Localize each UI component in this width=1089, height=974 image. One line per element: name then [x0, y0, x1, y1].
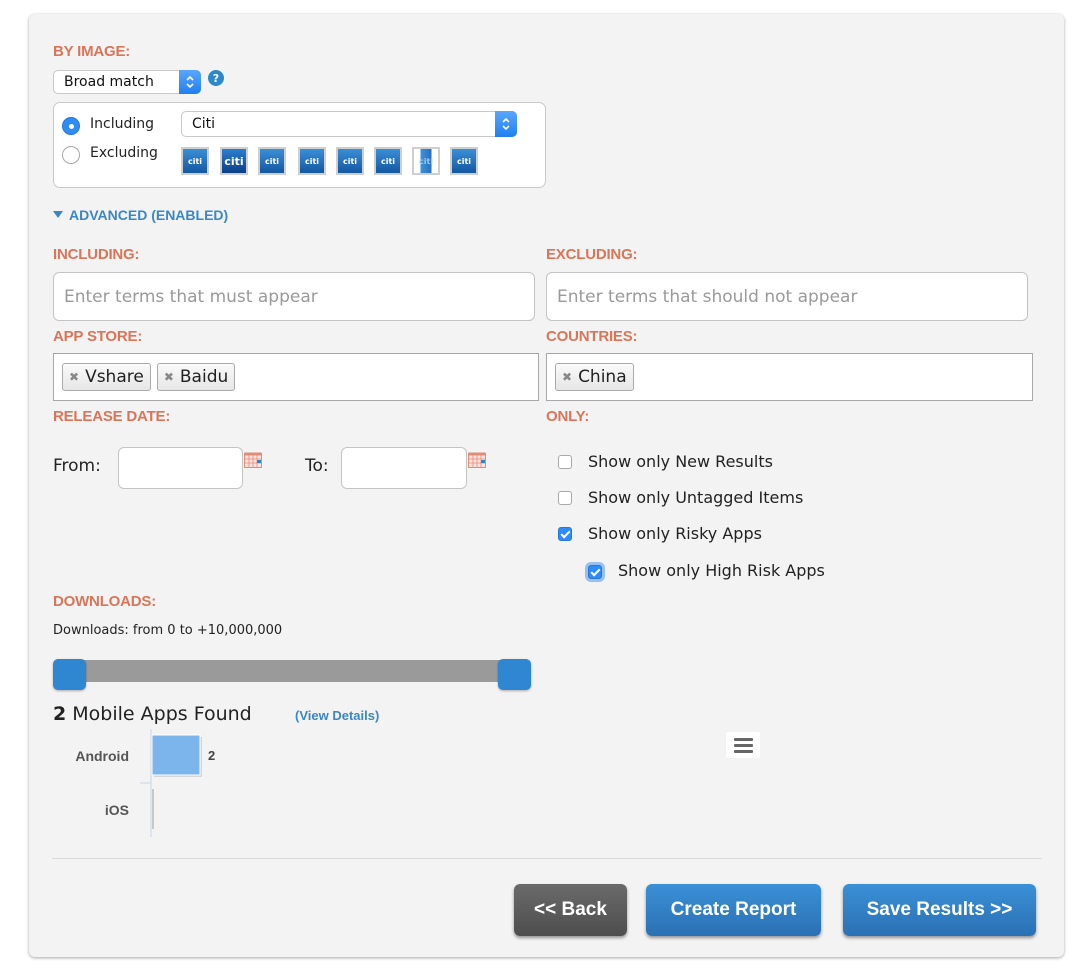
only-label: ONLY:: [546, 408, 590, 425]
from-date-input[interactable]: [118, 447, 243, 489]
brand-image-thumbnail[interactable]: citi: [258, 147, 286, 175]
risky-apps-checkbox[interactable]: [558, 527, 572, 541]
country-tag-label: China: [578, 367, 627, 387]
remove-tag-icon[interactable]: ✖: [562, 370, 572, 384]
brand-select-value: Citi: [192, 116, 216, 132]
chart-data-label: 2: [208, 748, 215, 763]
country-tag: ✖ China: [555, 363, 634, 391]
including-radio-label: Including: [90, 116, 154, 132]
brand-image-thumbnail[interactable]: citi: [181, 147, 209, 175]
remove-tag-icon[interactable]: ✖: [69, 370, 79, 384]
chart-category-label: Android: [75, 748, 129, 764]
match-type-value: Broad match: [64, 74, 154, 90]
new-results-checkbox[interactable]: [558, 455, 572, 469]
high-risk-apps-checkbox[interactable]: [588, 565, 602, 579]
countries-label: COUNTRIES:: [546, 328, 638, 345]
advanced-toggle[interactable]: ADVANCED (ENABLED): [53, 207, 228, 223]
excluding-label: EXCLUDING:: [546, 246, 638, 263]
brand-image-thumbnail[interactable]: citi: [374, 147, 402, 175]
excluding-radio-label: Excluding: [90, 145, 158, 161]
to-date-input[interactable]: [341, 447, 467, 489]
advanced-toggle-label: ADVANCED (ENABLED): [69, 207, 229, 223]
brand-image-thumbnail[interactable]: citi: [412, 147, 440, 175]
remove-tag-icon[interactable]: ✖: [164, 370, 174, 384]
app-store-label: APP STORE:: [53, 328, 143, 345]
hamburger-menu-icon-line: [733, 743, 753, 747]
create-report-button[interactable]: Create Report: [646, 884, 821, 936]
hamburger-menu-icon-line: [733, 749, 753, 753]
to-date-label: To:: [305, 456, 329, 476]
countries-tag-input[interactable]: ✖ China: [546, 353, 1033, 401]
brand-select[interactable]: Citi: [181, 111, 517, 137]
from-date-label: From:: [53, 456, 101, 476]
select-arrows-icon: [179, 70, 201, 94]
brand-image-thumbnail[interactable]: citi: [336, 147, 364, 175]
release-date-label: RELEASE DATE:: [53, 408, 171, 425]
app-store-tag-label: Baidu: [179, 367, 229, 387]
chart-bar: [152, 789, 154, 829]
downloads-label: DOWNLOADS:: [53, 593, 156, 610]
downloads-range-text: Downloads: from 0 to +10,000,000: [53, 623, 283, 638]
by-image-label: BY IMAGE:: [53, 43, 131, 60]
downloads-range-slider[interactable]: [53, 659, 531, 690]
brand-image-thumbnail[interactable]: citi: [220, 147, 248, 175]
untagged-items-checkbox[interactable]: [558, 491, 572, 505]
app-store-tag-input[interactable]: ✖ Vshare ✖ Baidu: [53, 353, 539, 401]
chart-menu-button[interactable]: [726, 732, 760, 758]
excluding-terms-input[interactable]: Enter terms that should not appear: [546, 272, 1028, 321]
help-icon[interactable]: ?: [208, 70, 224, 86]
calendar-icon[interactable]: [244, 452, 262, 468]
calendar-icon[interactable]: [468, 452, 486, 468]
match-type-select[interactable]: Broad match: [53, 70, 201, 94]
excluding-radio[interactable]: [62, 146, 80, 164]
app-store-tag-label: Vshare: [85, 367, 144, 387]
view-details-link[interactable]: (View Details): [295, 708, 379, 723]
results-count-text: Mobile Apps Found: [72, 703, 252, 725]
hamburger-menu-icon: [733, 737, 753, 741]
chart-bar: [151, 734, 201, 776]
select-arrows-icon: [495, 111, 517, 137]
save-results-button[interactable]: Save Results >>: [843, 884, 1036, 936]
brand-image-thumbnail[interactable]: citi: [450, 147, 478, 175]
results-count: 2 Mobile Apps Found: [53, 703, 252, 725]
including-terms-input[interactable]: Enter terms that must appear: [53, 272, 535, 321]
slider-max-handle[interactable]: [498, 659, 531, 690]
including-label: INCLUDING:: [53, 246, 140, 263]
app-store-tag: ✖ Vshare: [62, 363, 151, 391]
high-risk-apps-checkbox-label: Show only High Risk Apps: [618, 561, 825, 580]
untagged-items-checkbox-label: Show only Untagged Items: [588, 488, 804, 507]
including-radio[interactable]: [62, 117, 80, 135]
divider: [52, 858, 1042, 859]
chart-category-label: iOS: [105, 802, 129, 818]
triangle-down-icon: [53, 211, 63, 218]
results-count-number: 2: [53, 703, 67, 725]
risky-apps-checkbox-label: Show only Risky Apps: [588, 524, 762, 543]
slider-min-handle[interactable]: [53, 659, 86, 690]
back-button[interactable]: << Back: [514, 884, 627, 936]
platform-bar-chart: Android 2 iOS: [75, 729, 215, 837]
slider-track: [67, 660, 517, 682]
brand-image-thumbnail[interactable]: citi: [298, 147, 326, 175]
new-results-checkbox-label: Show only New Results: [588, 452, 773, 471]
app-store-tag: ✖ Baidu: [156, 363, 236, 391]
